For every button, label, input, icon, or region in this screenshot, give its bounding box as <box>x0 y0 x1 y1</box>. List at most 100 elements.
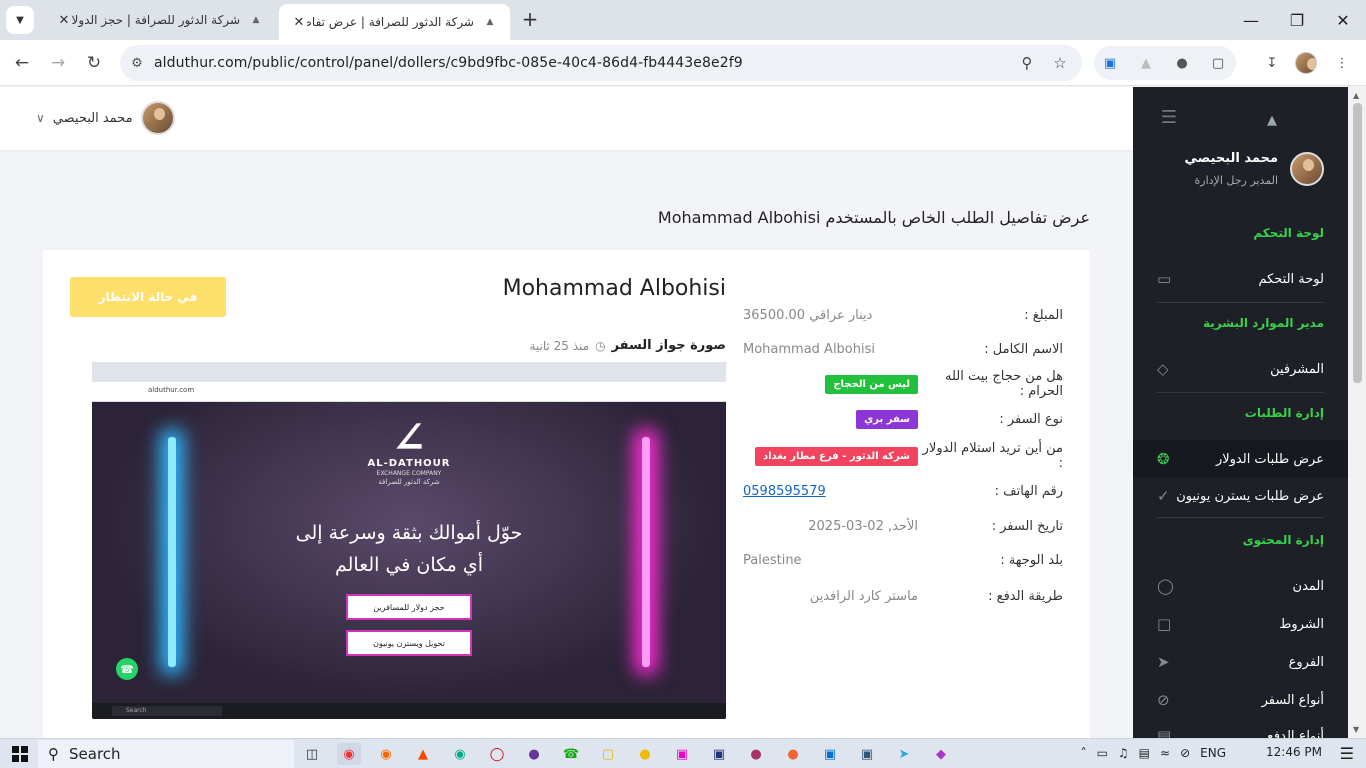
github-icon[interactable]: ● <box>522 743 546 765</box>
notification-icon[interactable]: ☰ <box>1340 744 1354 763</box>
image-address-bar: alduthur.com <box>92 382 726 402</box>
site-favicon-icon: ▲ <box>252 15 260 25</box>
image-button-1: حجز دولار للمسافرين <box>346 594 472 620</box>
back-arrow-icon[interactable]: ← <box>8 49 36 77</box>
sidebar-item-cities[interactable]: المدن ◯ <box>1133 567 1348 605</box>
reload-icon[interactable]: ↻ <box>80 49 108 77</box>
sidebar-item-travel-types[interactable]: أنواع السفر ⊘ <box>1133 681 1348 719</box>
postman-icon[interactable]: ● <box>781 743 805 765</box>
passport-image[interactable]: alduthur.com ∠ AL-DATHOUR EXCHANGE COMPA… <box>92 362 726 719</box>
forward-arrow-icon[interactable]: → <box>44 49 72 77</box>
puzzle-icon[interactable]: ▢ <box>1206 51 1230 75</box>
sidebar-item-label: الشروط <box>1279 616 1324 632</box>
chrome-icon[interactable]: ◉ <box>337 743 361 765</box>
page-scrollbar[interactable]: ▲ ▼ <box>1349 87 1366 738</box>
image-search: Search <box>112 706 222 716</box>
status-pending-button[interactable]: في حالة الانتظار <box>70 277 226 317</box>
request-details-card: في حالة الانتظار Mohammad Albohisi صورة … <box>43 250 1090 750</box>
new-tab-button[interactable]: + <box>518 8 542 32</box>
app-db-icon[interactable]: ▣ <box>855 743 879 765</box>
clock-icon: ◷ <box>595 338 606 353</box>
tab-title: شركة الدثور للصرافة | حجز الدولار <box>72 13 240 27</box>
taskbar-clock[interactable]: 12:46 PM <box>1266 745 1322 759</box>
zoom-icon[interactable]: ⚲ <box>1016 52 1038 74</box>
scroll-thumb[interactable] <box>1353 103 1362 383</box>
image-url: alduthur.com <box>148 386 195 394</box>
mute-icon[interactable]: ⊘ <box>1180 746 1190 760</box>
cursor-extension-icon[interactable]: ● <box>1170 51 1194 75</box>
site-info-icon[interactable]: ⚙ <box>120 56 154 71</box>
folder-icon[interactable]: ▢ <box>596 743 620 765</box>
triangle-extension-icon[interactable]: ▲ <box>1134 51 1158 75</box>
top-user-name: محمد البحيصي <box>52 110 133 126</box>
sidebar-item-terms[interactable]: الشروط □ <box>1133 605 1348 643</box>
sidebar-item-branches[interactable]: الفروع ➤ <box>1133 643 1348 681</box>
chevron-up-icon[interactable]: ˄ <box>1081 746 1087 760</box>
logo-icon: ▲ <box>1267 113 1277 128</box>
vscode-icon[interactable]: ▣ <box>818 743 842 765</box>
detail-label: الاسم الكامل : <box>984 341 1063 357</box>
close-icon[interactable]: ✕ <box>56 13 72 28</box>
firefox-icon[interactable]: ◉ <box>374 743 398 765</box>
sidebar-item-supervisors[interactable]: المشرفين ◇ <box>1133 350 1348 388</box>
copilot-icon[interactable]: ◆ <box>929 743 953 765</box>
download-icon[interactable]: ↧ <box>1260 51 1284 75</box>
telegram-icon[interactable]: ➤ <box>892 743 916 765</box>
sidebar-item-western-union-requests[interactable]: عرض طلبات يسترن يونيون ✓ <box>1133 477 1348 515</box>
media-icon[interactable]: ▣ <box>707 743 731 765</box>
tab-search-button[interactable]: ▼ <box>6 6 34 34</box>
whatsapp-icon[interactable]: ☎ <box>559 743 583 765</box>
device-icon[interactable]: ▤ <box>1139 746 1150 760</box>
browser-tab-2[interactable]: ▲ شركة الدثور للصرافة | عرض تفاص ✕ <box>279 4 510 40</box>
url-text[interactable]: alduthur.com/public/control/panel/doller… <box>154 55 743 71</box>
app-b-icon[interactable]: ● <box>633 743 657 765</box>
kebab-menu-icon[interactable]: ⋮ <box>1330 51 1354 75</box>
edge-icon[interactable]: ◉ <box>448 743 472 765</box>
user-menu[interactable]: ∨ محمد البحيصي <box>36 101 175 135</box>
xd-icon[interactable]: ▣ <box>670 743 694 765</box>
close-icon[interactable]: ✕ <box>291 15 307 30</box>
detail-row-payment: طريقة الدفع : ماستر كارد الرافدين <box>743 581 1063 611</box>
restore-button[interactable]: ❐ <box>1274 0 1320 40</box>
detail-label: نوع السفر : <box>999 411 1063 427</box>
scroll-down-icon[interactable]: ▼ <box>1353 725 1359 734</box>
aperture-icon: ❂ <box>1157 450 1170 468</box>
battery-icon[interactable]: ▭ <box>1097 746 1108 760</box>
passport-time: منذ 25 ثانية <box>529 338 590 353</box>
detail-value: 36500.00 دينار عراقي <box>743 307 873 323</box>
profile-avatar[interactable] <box>1294 51 1318 75</box>
windows-start-icon[interactable] <box>12 746 28 762</box>
hamburger-menu-icon[interactable]: ☰ <box>1159 109 1177 127</box>
card-icon: ▤ <box>1157 727 1172 738</box>
scroll-up-icon[interactable]: ▲ <box>1353 91 1359 100</box>
address-bar[interactable]: ⚙ alduthur.com/public/control/panel/doll… <box>120 45 1082 81</box>
app-pink-icon[interactable]: ● <box>744 743 768 765</box>
sidebar-user-role: المدير رجل الإدارة <box>1194 174 1278 187</box>
detail-label: من أين تريد استلام الدولار : <box>922 441 1063 471</box>
sidebar-item-dashboard[interactable]: لوحة التحكم ▭ <box>1133 260 1348 298</box>
pilgrim-badge: ليس من الحجاج <box>825 374 918 394</box>
browser-tab-1[interactable]: ▲ شركة الدثور للصرافة | حجز الدولار ✕ <box>44 0 276 40</box>
task-view-icon[interactable]: ◫ <box>300 743 324 765</box>
browser-toolbar: ← → ↻ ⚙ alduthur.com/public/control/pane… <box>0 40 1366 86</box>
sidebar-item-payment-types[interactable]: أنواع الدفع ▤ <box>1133 717 1348 738</box>
sidebar-item-label: أنواع الدفع <box>1267 728 1324 739</box>
close-window-button[interactable]: ✕ <box>1320 0 1366 40</box>
sidebar-item-dollar-requests[interactable]: عرض طلبات الدولار ❂ <box>1133 440 1348 478</box>
taskbar-search[interactable]: ⚲ Search <box>38 740 294 768</box>
star-icon[interactable]: ☆ <box>1049 52 1071 74</box>
minimize-button[interactable]: — <box>1228 0 1274 40</box>
opera-icon[interactable]: ◯ <box>485 743 509 765</box>
monitor-icon: ▭ <box>1157 270 1172 288</box>
detail-row-destination: بلد الوجهة : Palestine <box>743 545 1063 575</box>
detail-row-full-name: الاسم الكامل : Mohammad Albohisi <box>743 334 1063 364</box>
language-indicator[interactable]: ENG <box>1200 746 1226 760</box>
app-top-bar: ∨ محمد البحيصي <box>0 87 1133 150</box>
image-brand-ar: شركة الدثور للصرافة <box>378 478 440 486</box>
phone-link[interactable]: 0598595579 <box>743 484 826 499</box>
detail-label: المبلغ : <box>1024 307 1063 323</box>
translate-extension-icon[interactable]: ▣ <box>1098 51 1122 75</box>
wifi-icon[interactable]: ≈ <box>1160 746 1170 760</box>
brave-icon[interactable]: ▲ <box>411 743 435 765</box>
volume-icon[interactable]: ♫ <box>1118 746 1129 760</box>
